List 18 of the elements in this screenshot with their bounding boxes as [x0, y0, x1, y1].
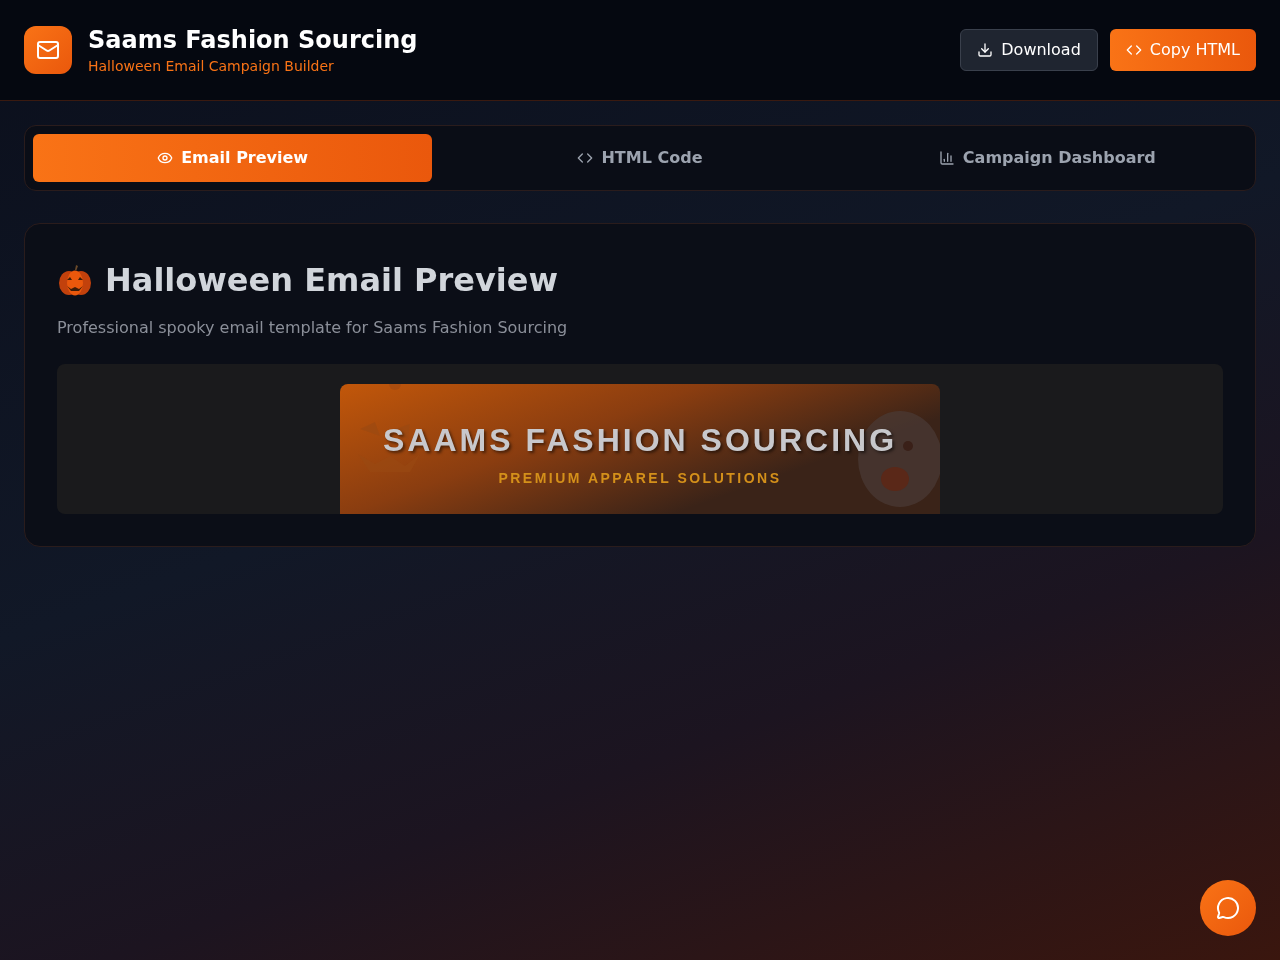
download-button[interactable]: Download	[960, 29, 1098, 71]
mail-icon	[36, 38, 60, 62]
tab[interactable]: Campaign Dashboard	[847, 134, 1247, 182]
chat-button[interactable]	[1200, 880, 1256, 936]
code-icon	[1125, 42, 1142, 58]
eye-icon	[157, 150, 174, 166]
pumpkin-icon	[57, 262, 93, 298]
preview-description: Professional spooky email template for Saams Fashion Sourcing	[57, 317, 569, 339]
app-title: Saams Fashion Sourcing	[88, 25, 418, 56]
preview-title: Halloween Email Preview	[105, 260, 559, 301]
banner-title: SAAMS FASHION SOURCING	[383, 424, 897, 456]
download-icon	[977, 42, 994, 58]
tab[interactable]: HTML Code	[440, 134, 840, 182]
banner-tagline: PREMIUM APPAREL SOLUTIONS	[498, 469, 782, 488]
chat-icon	[1216, 896, 1240, 920]
app-subtitle: Halloween Email Campaign Builder	[88, 57, 335, 76]
bar-chart-icon	[938, 150, 955, 166]
code-icon	[577, 150, 594, 166]
